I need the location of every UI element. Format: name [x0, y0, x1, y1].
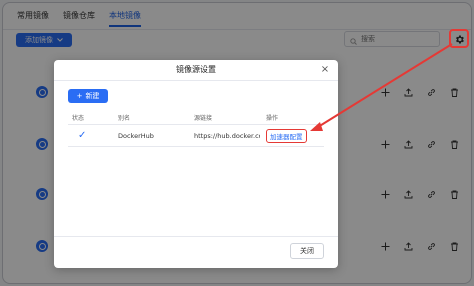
close-button[interactable]: 关闭: [290, 243, 324, 259]
dialog-divider: [54, 80, 338, 81]
new-source-label: 新建: [85, 92, 100, 100]
col-url: 源链接: [194, 115, 213, 122]
mirror-source-table: 状态 别名 源链接 操作 ✓ DockerHub https://hub.doc…: [68, 111, 324, 147]
status-cell: ✓: [68, 130, 108, 141]
col-status: 状态: [72, 115, 85, 122]
action-cell: 加速器配置: [260, 128, 324, 143]
accelerator-config-link[interactable]: 加速器配置: [266, 128, 307, 143]
table-row: ✓ DockerHub https://hub.docker.com/ 加速器配…: [68, 125, 324, 147]
col-alias: 别名: [118, 115, 131, 122]
url-cell: https://hub.docker.com/: [194, 131, 260, 140]
footer-divider: [54, 236, 338, 237]
col-action: 操作: [266, 115, 279, 122]
new-source-button[interactable]: + 新建: [68, 89, 108, 103]
dialog-title: 镜像源设置: [176, 65, 216, 74]
close-icon[interactable]: ×: [320, 65, 330, 75]
check-icon: ✓: [78, 130, 87, 141]
alias-cell: DockerHub: [118, 131, 154, 140]
mirror-source-dialog: 镜像源设置 × + 新建 状态 别名 源链接 操作 ✓ DockerHub ht…: [54, 60, 338, 268]
plus-icon: +: [76, 92, 83, 100]
table-header: 状态 别名 源链接 操作: [68, 111, 324, 125]
settings-highlight-box: [449, 29, 469, 48]
